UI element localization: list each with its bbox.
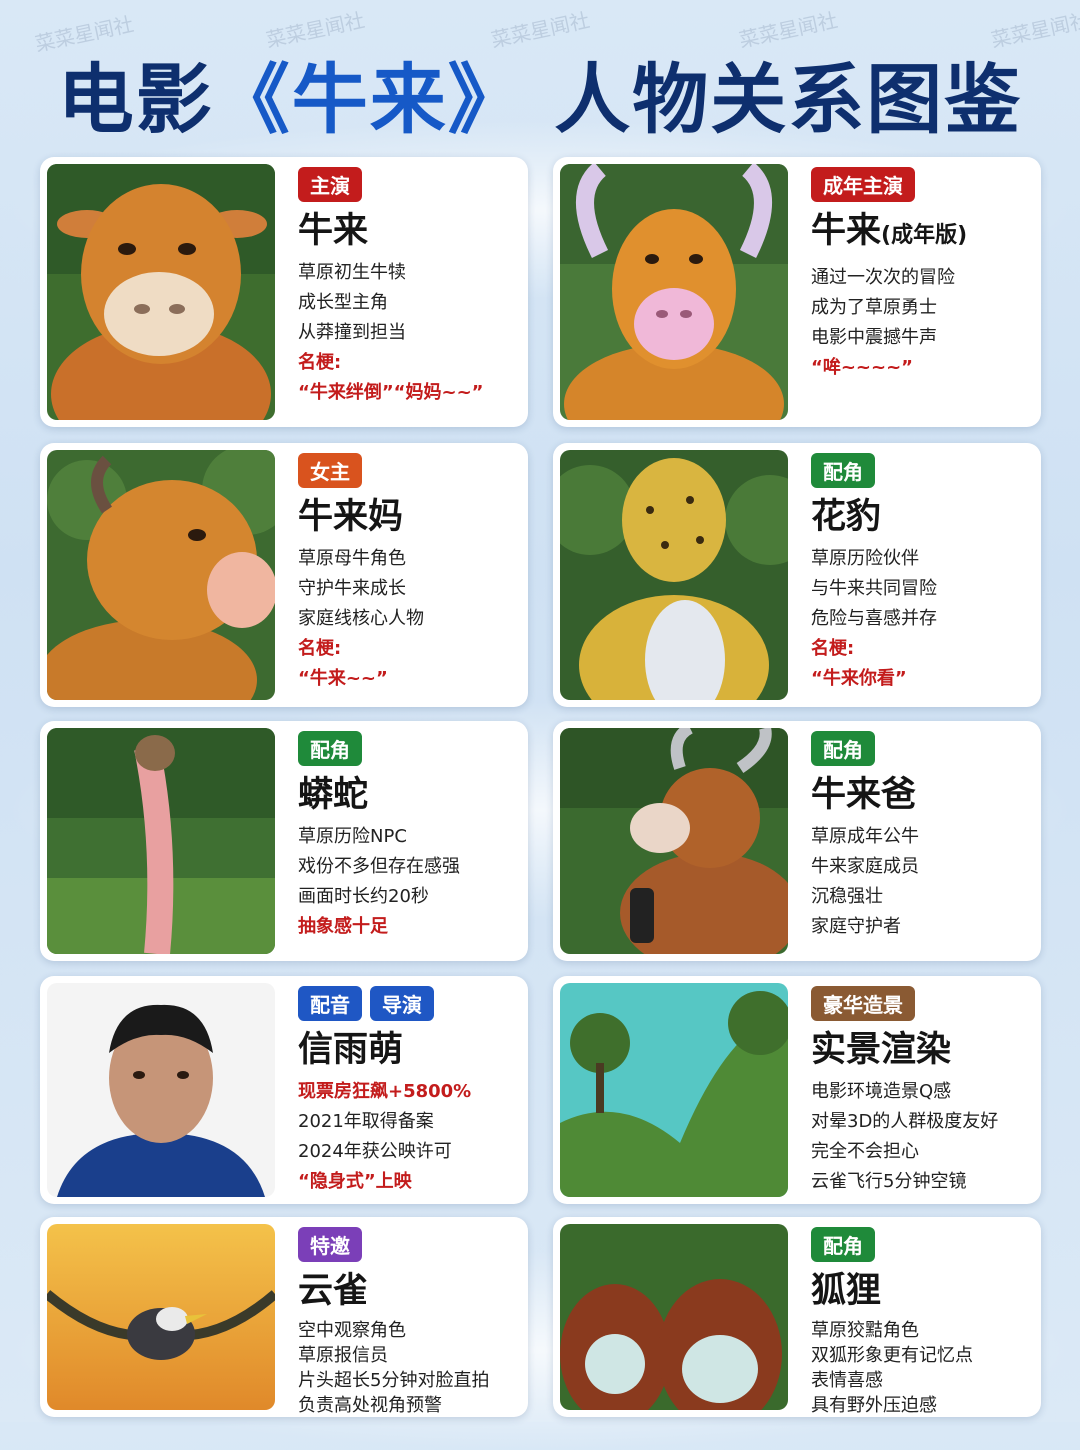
description-line: 2024年获公映许可 bbox=[298, 1141, 452, 1162]
feature-badge: 豪华造景 bbox=[811, 986, 915, 1021]
role-badge: 女主 bbox=[298, 453, 362, 488]
description-line: 家庭线核心人物 bbox=[298, 608, 424, 629]
character-name: 牛来爸 bbox=[811, 775, 917, 815]
mother-cow-icon bbox=[47, 450, 275, 700]
character-name: 蟒蛇 bbox=[298, 775, 369, 815]
description-line: 空中观察角色 bbox=[298, 1320, 406, 1341]
father-bull-icon bbox=[560, 728, 788, 954]
description-line: 戏份不多但存在感强 bbox=[298, 856, 460, 877]
description-line: 表情喜感 bbox=[811, 1370, 883, 1391]
landscape-icon bbox=[560, 983, 788, 1197]
role-badge: 配角 bbox=[298, 731, 362, 766]
role-badge: 特邀 bbox=[298, 1227, 362, 1262]
description-line: 具有野外压迫感 bbox=[811, 1395, 937, 1416]
title-prefix: 电影 bbox=[57, 55, 214, 144]
character-card-niulai-mother: 女主 牛来妈 草原母牛角色 守护牛来成长 家庭线核心人物 名梗: “牛来~~” bbox=[40, 443, 528, 707]
release-note: “隐身式”上映 bbox=[298, 1171, 412, 1192]
title-suffix: 人物关系图鉴 bbox=[554, 55, 1023, 144]
character-name: 牛来(成年版) bbox=[811, 211, 968, 251]
description-line: 负责高处视角预警 bbox=[298, 1395, 442, 1416]
character-name: 云雀 bbox=[298, 1271, 369, 1311]
description-line: 草原历险NPC bbox=[298, 826, 407, 847]
description-line: 危险与喜感并存 bbox=[811, 608, 937, 629]
feature-card-scenery: 豪华造景 实景渲染 电影环境造景Q感 对晕3D的人群极度友好 完全不会担心 云雀… bbox=[553, 976, 1041, 1204]
character-name: 花豹 bbox=[811, 497, 882, 537]
description-line: 与牛来共同冒险 bbox=[811, 578, 937, 599]
role-badge: 配角 bbox=[811, 1227, 875, 1262]
description-line: 家庭守护者 bbox=[811, 916, 901, 937]
description-line: 电影环境造景Q感 bbox=[811, 1081, 952, 1102]
role-badge: 成年主演 bbox=[811, 167, 915, 202]
description-line: 草原初生牛犊 bbox=[298, 262, 406, 283]
two-foxes-icon bbox=[560, 1224, 788, 1410]
director-portrait-icon bbox=[47, 983, 275, 1197]
description-line: 牛来家庭成员 bbox=[811, 856, 919, 877]
description-line: 从莽撞到担当 bbox=[298, 322, 406, 343]
meme-quote: “牛来你看” bbox=[811, 668, 907, 689]
character-name: 牛来妈 bbox=[298, 497, 404, 537]
description-line: 成为了草原勇士 bbox=[811, 297, 937, 318]
calf-face-icon bbox=[47, 164, 275, 420]
adult-bull-face-icon bbox=[560, 164, 788, 420]
role-badge: 配角 bbox=[811, 731, 875, 766]
character-name: 狐狸 bbox=[811, 1271, 882, 1311]
character-card-leopard: 配角 花豹 草原历险伙伴 与牛来共同冒险 危险与喜感并存 名梗: “牛来你看” bbox=[553, 443, 1041, 707]
person-card-director: 配音 导演 信雨萌 现票房狂飙+5800% 2021年取得备案 2024年获公映… bbox=[40, 976, 528, 1204]
highlight-text: 抽象感十足 bbox=[298, 916, 388, 937]
character-card-foxes: 配角 狐狸 草原狡黠角色 双狐形象更有记忆点 表情喜感 具有野外压迫感 bbox=[553, 1217, 1041, 1417]
description-line: 草原母牛角色 bbox=[298, 548, 406, 569]
description-line: 完全不会担心 bbox=[811, 1141, 919, 1162]
description-line: 通过一次次的冒险 bbox=[811, 267, 955, 288]
feature-name: 实景渲染 bbox=[811, 1030, 952, 1070]
role-badge: 配角 bbox=[811, 453, 875, 488]
description-line: 草原历险伙伴 bbox=[811, 548, 919, 569]
person-name: 信雨萌 bbox=[298, 1030, 404, 1070]
meme-label: 名梗: bbox=[298, 352, 342, 373]
meme-quote: “牛来绊倒”“妈妈~~” bbox=[298, 382, 484, 403]
description-line: 电影中震撼牛声 bbox=[811, 327, 937, 348]
character-card-niulai-father: 配角 牛来爸 草原成年公牛 牛来家庭成员 沉稳强壮 家庭守护者 bbox=[553, 721, 1041, 961]
meme-label: 名梗: bbox=[298, 638, 342, 659]
description-line: 双狐形象更有记忆点 bbox=[811, 1345, 973, 1366]
description-line: 成长型主角 bbox=[298, 292, 388, 313]
role-badge: 主演 bbox=[298, 167, 362, 202]
lark-bird-icon bbox=[47, 1224, 275, 1410]
character-card-niulai: 主演 牛来 草原初生牛犊 成长型主角 从莽撞到担当 名梗: “牛来绊倒”“妈妈~… bbox=[40, 157, 528, 427]
description-line: 守护牛来成长 bbox=[298, 578, 406, 599]
title-film: 《牛来》 bbox=[213, 55, 526, 144]
description-line: 画面时长约20秒 bbox=[298, 886, 429, 907]
description-line: 2021年取得备案 bbox=[298, 1111, 434, 1132]
description-line: 云雀飞行5分钟空镜 bbox=[811, 1171, 967, 1192]
role-badge-voice: 配音 bbox=[298, 986, 362, 1021]
character-card-lark: 特邀 云雀 空中观察角色 草原报信员 片头超长5分钟对脸直拍 负责高处视角预警 bbox=[40, 1217, 528, 1417]
description-line: 草原成年公牛 bbox=[811, 826, 919, 847]
box-office-highlight: 现票房狂飙+5800% bbox=[298, 1081, 472, 1102]
character-name: 牛来 bbox=[298, 211, 369, 251]
leopard-icon bbox=[560, 450, 788, 700]
character-card-niulai-adult: 成年主演 牛来(成年版) 通过一次次的冒险 成为了草原勇士 电影中震撼牛声 “哞… bbox=[553, 157, 1041, 427]
description-line: 片头超长5分钟对脸直拍 bbox=[298, 1370, 490, 1391]
meme-quote: “牛来~~” bbox=[298, 668, 388, 689]
character-card-python: 配角 蟒蛇 草原历险NPC 戏份不多但存在感强 画面时长约20秒 抽象感十足 bbox=[40, 721, 528, 961]
description-line: 沉稳强壮 bbox=[811, 886, 883, 907]
role-badge-director: 导演 bbox=[370, 986, 434, 1021]
description-line: 对晕3D的人群极度友好 bbox=[811, 1111, 999, 1132]
python-snake-icon bbox=[47, 728, 275, 954]
description-line: 草原报信员 bbox=[298, 1345, 388, 1366]
page-title: 电影《牛来》 人物关系图鉴 bbox=[0, 38, 1080, 148]
meme-quote: “哞~~~~” bbox=[811, 357, 913, 378]
meme-label: 名梗: bbox=[811, 638, 855, 659]
description-line: 草原狡黠角色 bbox=[811, 1320, 919, 1341]
